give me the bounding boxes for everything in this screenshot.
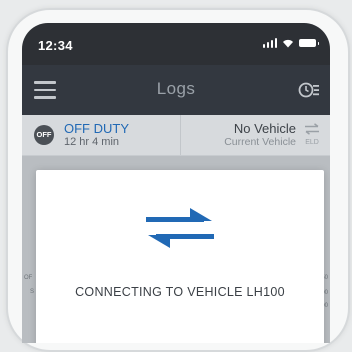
status-icons [262, 38, 319, 48]
eld-label: ELD [305, 139, 319, 146]
duty-divider [180, 115, 181, 155]
duty-status-label: OFF DUTY [64, 121, 129, 136]
phone-screen: 12:34 Logs OFF OFF DUTY 12 hr 4 min No V… [22, 23, 330, 343]
connecting-dialog: CONNECTING TO VEHICLE LH100 [36, 170, 324, 343]
status-bar: 12:34 [22, 23, 330, 65]
background-text: OF [24, 275, 33, 281]
swap-arrows-icon [305, 123, 319, 135]
connection-swap-icon [146, 208, 214, 248]
background-text: S [30, 289, 35, 295]
history-icon[interactable] [298, 80, 320, 100]
off-duty-badge: OFF [34, 125, 54, 145]
app-bar: Logs [22, 65, 330, 115]
signal-icon [262, 38, 277, 48]
battery-icon [299, 39, 319, 47]
duty-status-bar[interactable]: OFF OFF DUTY 12 hr 4 min No Vehicle Curr… [22, 115, 330, 156]
eld-connect-button[interactable]: ELD [302, 122, 322, 146]
connecting-message: CONNECTING TO VEHICLE LH100 [75, 285, 285, 299]
status-time: 12:34 [38, 38, 73, 53]
wifi-icon [283, 39, 293, 48]
vehicle-subtitle: Current Vehicle [224, 136, 296, 148]
duty-duration: 12 hr 4 min [64, 136, 120, 148]
vehicle-name: No Vehicle [233, 121, 296, 136]
page-title: Logs [156, 79, 196, 98]
